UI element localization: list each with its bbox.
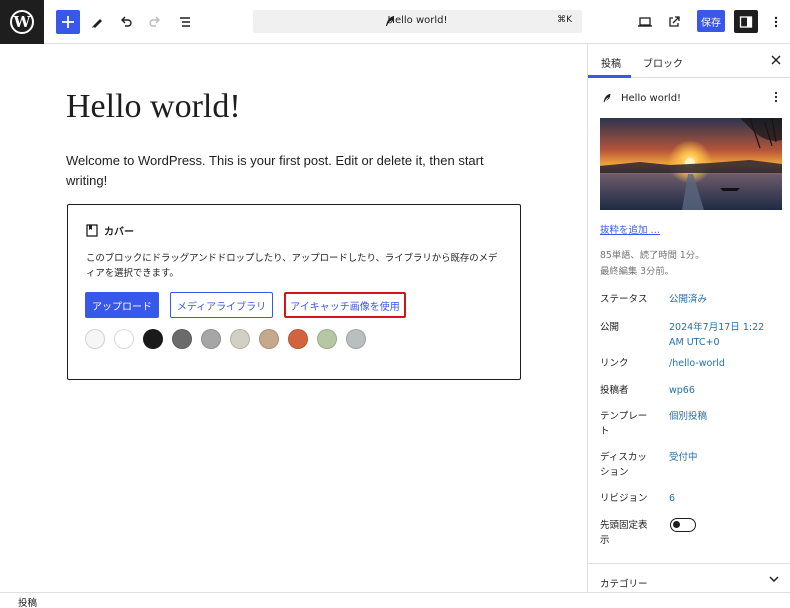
publish-label: 公開 — [600, 322, 620, 333]
plus-icon — [62, 16, 74, 28]
color-swatch[interactable] — [172, 329, 192, 349]
tab-block[interactable]: ブロック — [643, 55, 683, 70]
settings-sidebar: 投稿 ブロック Hello world! 抜粋を追加 … 85単語、読了時間 1… — [587, 44, 790, 592]
author-label: 投稿者 — [600, 385, 629, 396]
paragraph-block[interactable]: Welcome to WordPress. This is your first… — [66, 151, 506, 191]
command-palette-bar[interactable]: Hello world! ⌘K — [253, 10, 582, 33]
discussion-label: ディスカッション — [600, 452, 647, 478]
publish-date-value[interactable]: 2024年7月17日 1:22 AM UTC+0 — [669, 320, 774, 350]
sticky-toggle[interactable] — [670, 518, 696, 532]
color-swatch[interactable] — [317, 329, 337, 349]
post-feather-icon — [603, 93, 611, 103]
external-link-icon — [669, 16, 680, 27]
categories-panel-header[interactable]: カテゴリー — [588, 563, 790, 592]
template-label: テンプレート — [600, 411, 648, 437]
post-title[interactable]: Hello world! — [66, 88, 241, 126]
list-view-icon — [180, 17, 190, 27]
author-value[interactable]: wp66 — [669, 383, 774, 398]
options-button[interactable] — [764, 10, 788, 34]
cover-block-title: カバー — [104, 227, 134, 238]
color-swatch[interactable] — [230, 329, 250, 349]
revisions-label: リビジョン — [600, 493, 648, 504]
command-bar-title: Hello world! — [387, 15, 448, 26]
more-vertical-icon — [774, 16, 778, 28]
word-count-text: 85単語、読了時間 1分。 — [600, 250, 705, 261]
close-sidebar-button[interactable] — [771, 54, 781, 68]
categories-label: カテゴリー — [600, 579, 648, 590]
editor-toolbar: W Hello world! ⌘K 保存 — [0, 0, 790, 44]
use-featured-image-button[interactable]: アイキャッチ画像を使用 — [284, 292, 406, 318]
discussion-value[interactable]: 受付中 — [669, 450, 774, 465]
color-swatch[interactable] — [85, 329, 105, 349]
color-swatch[interactable] — [201, 329, 221, 349]
preview-button[interactable] — [633, 10, 657, 34]
laptop-icon — [638, 17, 652, 27]
color-swatch[interactable] — [346, 329, 366, 349]
pen-icon — [92, 19, 102, 28]
upload-button[interactable]: アップロード — [85, 292, 159, 318]
status-label: ステータス — [600, 294, 648, 305]
cover-block-instructions: このブロックにドラッグアンドドロップしたり、アップロードしたり、ライブラリから既… — [86, 253, 498, 279]
sticky-label: 先頭固定表示 — [600, 520, 648, 546]
sidebar-icon — [739, 15, 753, 28]
cover-block-icon — [86, 224, 98, 237]
add-block-button[interactable] — [56, 10, 80, 34]
overlay-color-swatches — [85, 329, 366, 349]
redo-button[interactable] — [143, 10, 167, 34]
status-value[interactable]: 公開済み — [669, 292, 774, 307]
link-label: リンク — [600, 358, 629, 369]
tab-post[interactable]: 投稿 — [601, 55, 621, 70]
block-breadcrumb[interactable]: 投稿 — [18, 595, 37, 608]
close-icon — [771, 55, 781, 65]
revisions-value[interactable]: 6 — [669, 491, 774, 506]
editor-canvas: Hello world! Welcome to WordPress. This … — [0, 44, 587, 592]
wordpress-logo-button[interactable]: W — [0, 0, 44, 44]
wordpress-logo-icon: W — [10, 10, 34, 34]
settings-toggle-button[interactable] — [734, 10, 758, 33]
document-overview-button[interactable] — [173, 10, 197, 34]
undo-button[interactable] — [114, 10, 138, 34]
chevron-down-icon — [769, 576, 779, 583]
template-value[interactable]: 個別投稿 — [669, 409, 774, 424]
redo-icon — [149, 16, 160, 27]
save-button[interactable]: 保存 — [697, 10, 725, 32]
command-shortcut: ⌘K — [557, 15, 572, 25]
color-swatch[interactable] — [114, 329, 134, 349]
color-swatch[interactable] — [143, 329, 163, 349]
media-library-button[interactable]: メディアライブラリ — [170, 292, 273, 318]
color-swatch[interactable] — [259, 329, 279, 349]
more-vertical-icon — [774, 91, 778, 103]
tools-button[interactable] — [85, 10, 109, 34]
last-edited-text: 最終編集 3分前。 — [600, 266, 674, 277]
sidebar-tabs: 投稿 ブロック — [588, 44, 790, 78]
cover-block-header: カバー — [86, 223, 134, 238]
post-meta-info: 85単語、読了時間 1分。 最終編集 3分前。 — [600, 248, 704, 280]
cover-block-placeholder[interactable]: カバー このブロックにドラッグアンドドロップしたり、アップロードしたり、ライブラ… — [67, 204, 521, 380]
post-card-header: Hello world! — [601, 92, 781, 104]
permalink-value[interactable]: /hello-world — [669, 356, 774, 371]
featured-image[interactable] — [600, 118, 782, 210]
sunset-lake-image — [600, 118, 782, 210]
view-post-button[interactable] — [662, 10, 686, 34]
editor-footer: 投稿 — [0, 592, 790, 608]
undo-icon — [121, 16, 132, 27]
add-excerpt-link[interactable]: 抜粋を追加 … — [600, 222, 660, 236]
color-swatch[interactable] — [288, 329, 308, 349]
block-editor: W Hello world! ⌘K 保存 Hello world! Welcom… — [0, 0, 790, 608]
post-actions-button[interactable] — [774, 91, 778, 106]
post-card-title: Hello world! — [621, 92, 682, 104]
active-tab-indicator — [588, 75, 631, 78]
